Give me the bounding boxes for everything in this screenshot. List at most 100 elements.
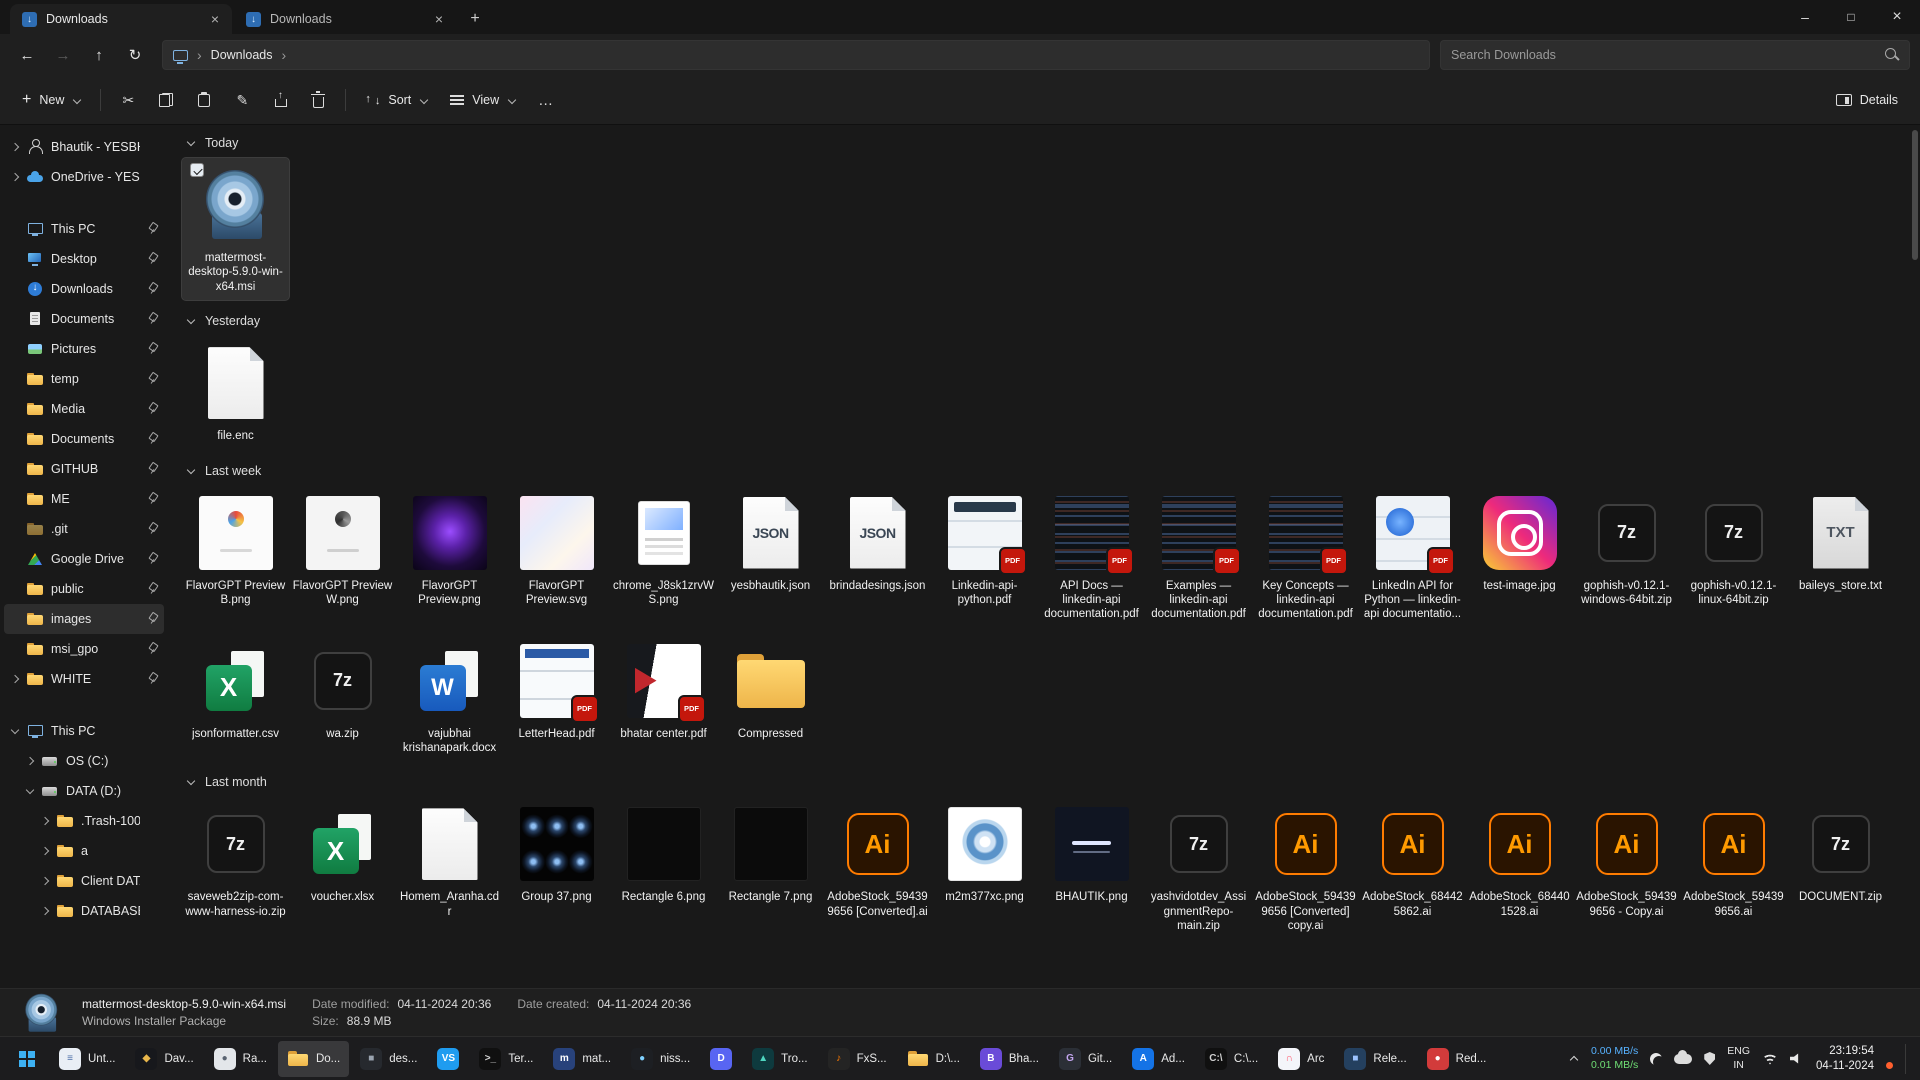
- sidebar-item[interactable]: WHITE: [4, 664, 164, 694]
- view-button[interactable]: View: [440, 84, 526, 116]
- breadcrumb-downloads[interactable]: Downloads: [211, 48, 273, 62]
- file-tile[interactable]: AdobeStock_594399656.ai: [1680, 797, 1787, 925]
- checkbox-checked-icon[interactable]: [190, 163, 204, 177]
- file-tile[interactable]: file.enc: [182, 336, 289, 449]
- file-tile[interactable]: Compressed: [717, 634, 824, 747]
- copy-button[interactable]: [148, 84, 184, 116]
- file-tile[interactable]: BHAUTIK.png: [1038, 797, 1145, 910]
- taskbar-app[interactable]: ● Ra...: [205, 1041, 276, 1077]
- minimize-button[interactable]: [1782, 0, 1828, 34]
- expand-chevron-icon[interactable]: [10, 142, 20, 152]
- maximize-button[interactable]: [1828, 0, 1874, 34]
- taskbar-app[interactable]: G Git...: [1050, 1041, 1121, 1077]
- expand-chevron-icon[interactable]: [40, 906, 50, 916]
- file-tile[interactable]: gophish-v0.12.1-linux-64bit.zip: [1680, 486, 1787, 614]
- details-pane-button[interactable]: Details: [1826, 84, 1908, 116]
- file-tile[interactable]: AdobeStock_594399656 - Copy.ai: [1573, 797, 1680, 925]
- file-tile[interactable]: Group 37.png: [503, 797, 610, 910]
- expand-chevron-icon[interactable]: [25, 756, 35, 766]
- sidebar-item[interactable]: images: [4, 604, 164, 634]
- taskbar-app[interactable]: D:\...: [898, 1041, 969, 1077]
- taskbar-app[interactable]: A Ad...: [1123, 1041, 1194, 1077]
- taskbar-app[interactable]: ▲ Tro...: [743, 1041, 816, 1077]
- explorer-tab[interactable]: Downloads: [10, 4, 232, 34]
- taskbar-app[interactable]: ■ Rele...: [1335, 1041, 1415, 1077]
- hidden-icons-chevron[interactable]: [1569, 1054, 1579, 1064]
- file-tile[interactable]: AdobeStock_684401528.ai: [1466, 797, 1573, 925]
- sidebar-item[interactable]: Media: [4, 394, 164, 424]
- security-icon[interactable]: [1704, 1052, 1715, 1065]
- file-tile[interactable]: yashvidotdev_AssignmentRepo-main.zip: [1145, 797, 1252, 939]
- sidebar-item[interactable]: DATABASE: [4, 896, 164, 926]
- sidebar-item[interactable]: ME: [4, 484, 164, 514]
- taskbar-app[interactable]: m mat...: [544, 1041, 620, 1077]
- taskbar-app[interactable]: D: [701, 1041, 741, 1077]
- share-button[interactable]: [262, 84, 298, 116]
- taskbar-app[interactable]: >_ Ter...: [470, 1041, 542, 1077]
- vertical-scrollbar[interactable]: [1912, 128, 1918, 984]
- explorer-tab[interactable]: Downloads: [234, 4, 456, 34]
- new-tab-button[interactable]: [460, 4, 490, 34]
- rename-button[interactable]: [224, 84, 260, 116]
- file-tile[interactable]: Examples — linkedin-api documentation.pd…: [1145, 486, 1252, 628]
- taskbar-app[interactable]: ◆ Dav...: [126, 1041, 202, 1077]
- file-tile[interactable]: DOCUMENT.zip: [1787, 797, 1894, 910]
- search-box[interactable]: [1440, 40, 1910, 70]
- sidebar-item[interactable]: msi_gpo: [4, 634, 164, 664]
- sidebar-item[interactable]: Downloads: [4, 274, 164, 304]
- address-bar[interactable]: Downloads: [162, 40, 1430, 70]
- group-header[interactable]: Last month: [182, 769, 1916, 795]
- wifi-icon[interactable]: [1762, 1053, 1778, 1065]
- taskbar-app[interactable]: ● niss...: [622, 1041, 699, 1077]
- file-tile[interactable]: chrome_J8sk1zrvWS.png: [610, 486, 717, 614]
- file-tile[interactable]: AdobeStock_594399656 [Converted].ai: [824, 797, 931, 925]
- taskbar-app[interactable]: Do...: [278, 1041, 349, 1077]
- taskbar-app[interactable]: B Bha...: [971, 1041, 1048, 1077]
- expand-chevron-icon[interactable]: [10, 172, 20, 182]
- sidebar-item[interactable]: This PC: [4, 214, 164, 244]
- volume-icon[interactable]: [1790, 1053, 1804, 1065]
- expand-chevron-icon[interactable]: [25, 786, 35, 796]
- expand-chevron-icon[interactable]: [10, 674, 20, 684]
- tab-close-icon[interactable]: [206, 10, 224, 28]
- file-tile[interactable]: FlavorGPT Preview.svg: [503, 486, 610, 614]
- sidebar-item[interactable]: Documents: [4, 304, 164, 334]
- forward-button[interactable]: [46, 40, 80, 70]
- file-tile[interactable]: saveweb2zip-com-www-harness-io.zip: [182, 797, 289, 925]
- sidebar-item[interactable]: Pictures: [4, 334, 164, 364]
- notification-badge[interactable]: [1886, 1062, 1893, 1069]
- taskbar-app[interactable]: VS: [428, 1041, 468, 1077]
- clock-widget[interactable]: 23:19:54 04-11-2024: [1816, 1044, 1874, 1074]
- file-tile[interactable]: Rectangle 7.png: [717, 797, 824, 910]
- sidebar-item[interactable]: OS (C:): [4, 746, 164, 776]
- search-input[interactable]: [1451, 48, 1877, 62]
- delete-button[interactable]: [300, 84, 336, 116]
- file-tile[interactable]: baileys_store.txt: [1787, 486, 1894, 599]
- scrollbar-thumb[interactable]: [1912, 130, 1918, 260]
- file-tile[interactable]: LetterHead.pdf: [503, 634, 610, 747]
- file-tile[interactable]: bhatar center.pdf: [610, 634, 717, 747]
- taskbar-app[interactable]: ♪ FxS...: [819, 1041, 896, 1077]
- file-tile[interactable]: gophish-v0.12.1-windows-64bit.zip: [1573, 486, 1680, 614]
- taskbar-app[interactable]: ≡ Unt...: [50, 1041, 124, 1077]
- file-tile[interactable]: wa.zip: [289, 634, 396, 747]
- focus-assist-icon[interactable]: [1650, 1053, 1662, 1065]
- sidebar-item[interactable]: OneDrive - YESE: [4, 162, 164, 192]
- file-tile[interactable]: test-image.jpg: [1466, 486, 1573, 599]
- sidebar-item[interactable]: Desktop: [4, 244, 164, 274]
- up-button[interactable]: [82, 40, 116, 70]
- new-button[interactable]: New: [12, 84, 91, 116]
- sidebar-item[interactable]: Google Drive: [4, 544, 164, 574]
- file-tile[interactable]: LinkedIn API for Python — linkedin-api d…: [1359, 486, 1466, 628]
- file-tile[interactable]: brindadesings.json: [824, 486, 931, 599]
- file-tile[interactable]: Homem_Aranha.cdr: [396, 797, 503, 925]
- back-button[interactable]: [10, 40, 44, 70]
- file-tile[interactable]: API Docs — linkedin-api documentation.pd…: [1038, 486, 1145, 628]
- sidebar-item[interactable]: Documents: [4, 424, 164, 454]
- file-tile[interactable]: voucher.xlsx: [289, 797, 396, 910]
- sidebar-item[interactable]: Bhautik - YESBH-: [4, 132, 164, 162]
- sidebar-item[interactable]: a: [4, 836, 164, 866]
- close-button[interactable]: [1874, 0, 1920, 34]
- file-tile[interactable]: AdobeStock_594399656 [Converted] copy.ai: [1252, 797, 1359, 939]
- group-header[interactable]: Today: [182, 130, 1916, 156]
